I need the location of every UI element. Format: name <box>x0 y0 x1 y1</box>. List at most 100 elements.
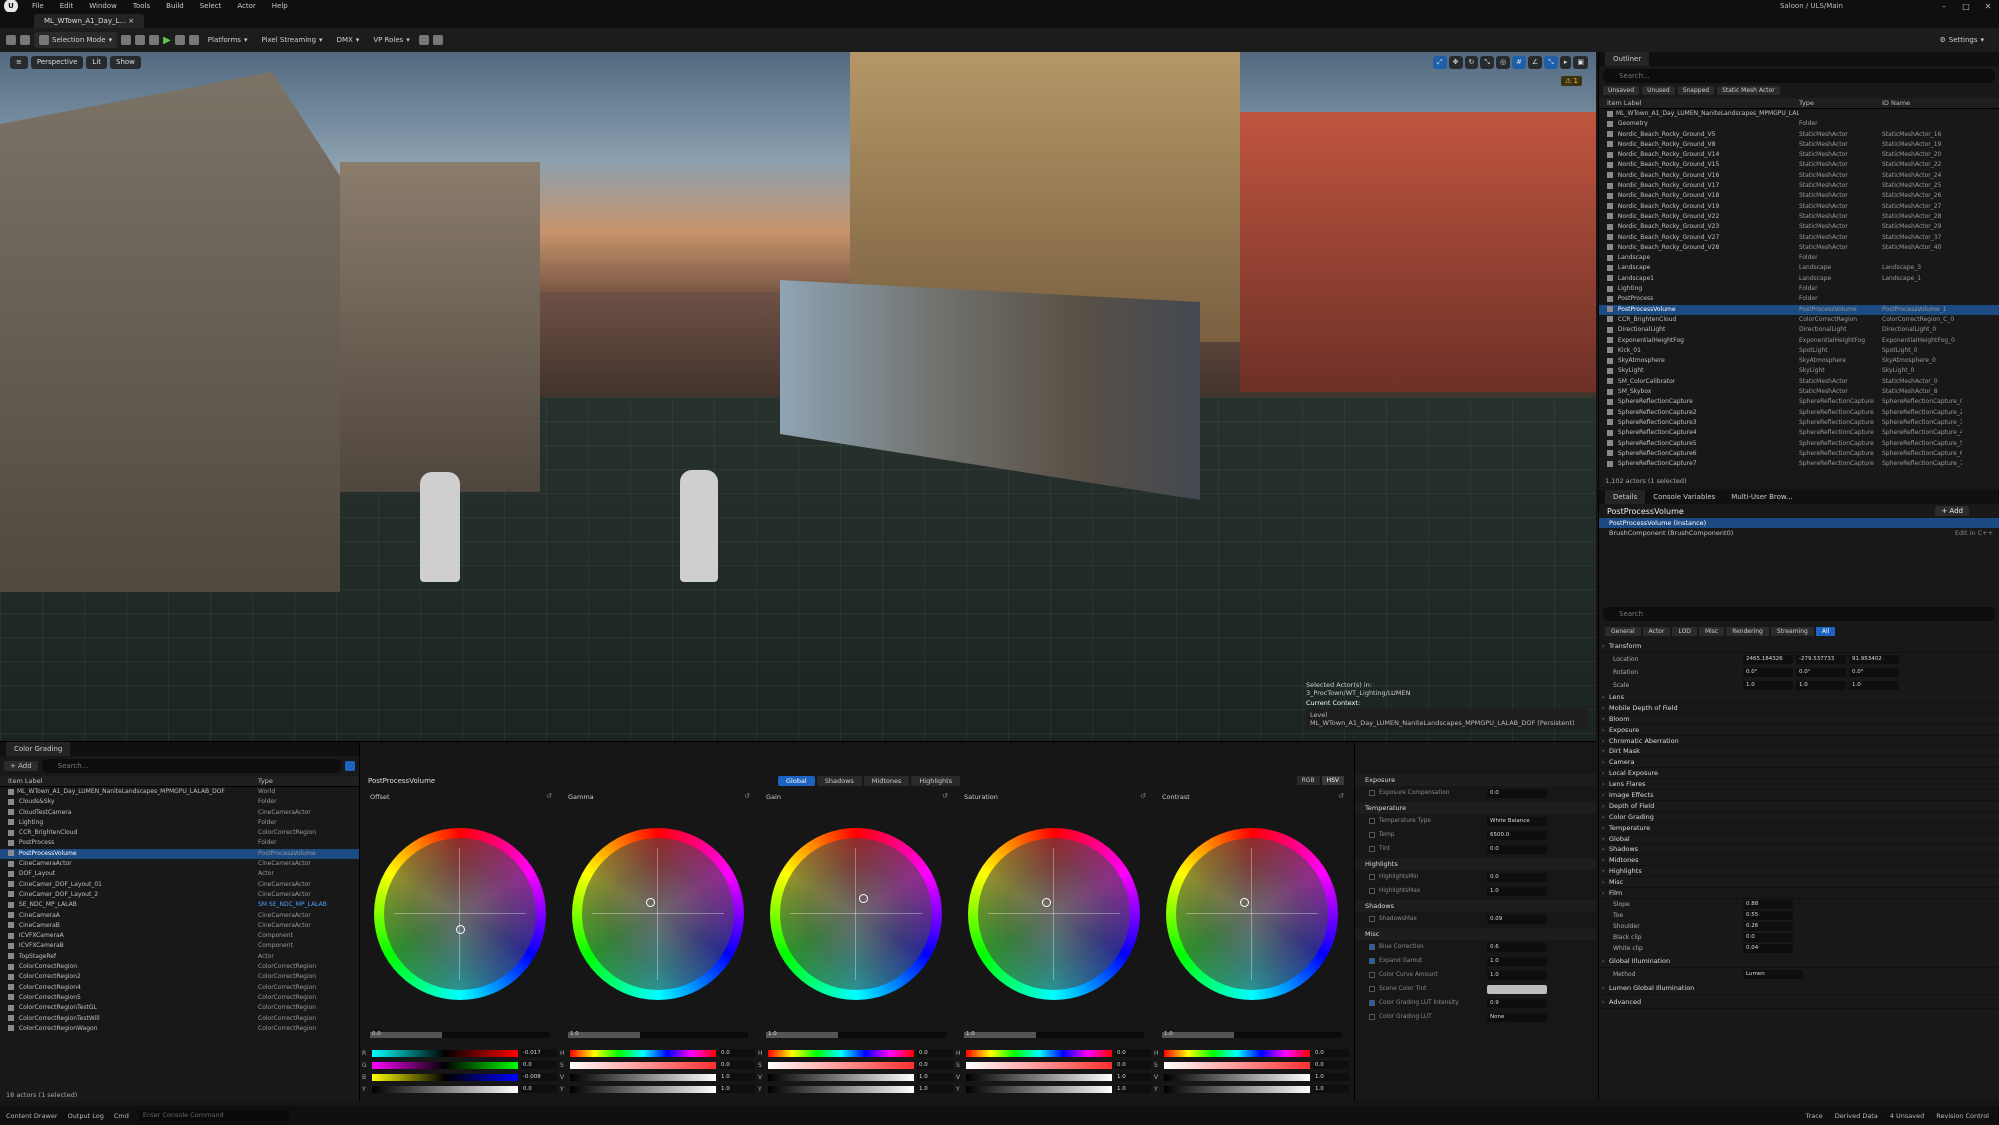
outliner-row[interactable]: SphereReflectionCapture SphereReflectionC… <box>1599 397 1999 407</box>
viewport-menu-button[interactable]: ≡ <box>10 56 28 69</box>
channel-bar[interactable] <box>1164 1073 1310 1081</box>
override-checkbox[interactable] <box>1369 846 1375 852</box>
outliner-row[interactable]: Nordic_Beach_Rocky_Ground_V17 StaticMeshA… <box>1599 181 1999 191</box>
override-checkbox[interactable] <box>1369 944 1375 950</box>
cg-tree-row[interactable]: CineCamer_DOF_Layout_2 CineCameraActor <box>0 890 359 900</box>
luminance-slider[interactable]: 0.0 <box>370 1031 550 1038</box>
channel-bar[interactable] <box>768 1049 914 1057</box>
menu-select[interactable]: Select <box>192 2 230 10</box>
outliner-row[interactable]: Nordic_Beach_Rocky_Ground_V19 StaticMeshA… <box>1599 202 1999 212</box>
cg-prop-value[interactable]: 0.9 <box>1487 998 1547 1008</box>
details-section[interactable]: Exposure <box>1599 725 1999 736</box>
cg-tree-row[interactable]: ColorCorrectRegionTestWill ColorCorrectRe… <box>0 1014 359 1024</box>
outliner-row[interactable]: Nordic_Beach_Rocky_Ground_V15 StaticMeshA… <box>1599 160 1999 170</box>
output-log-button[interactable]: Output Log <box>68 1112 104 1120</box>
channel-value[interactable]: 0.0 <box>1115 1049 1151 1057</box>
translate-tool-icon[interactable]: ✥ <box>1448 56 1463 69</box>
outliner-row[interactable]: CCR_BrightenCloud ColorCorrectRegion Color… <box>1599 315 1999 325</box>
outliner-search-input[interactable]: Search... <box>1603 69 1995 83</box>
override-checkbox[interactable] <box>1369 916 1375 922</box>
cg-tree-row[interactable]: TopStageRef Actor <box>0 952 359 962</box>
details-tab[interactable]: Console Variables <box>1645 490 1723 504</box>
details-section[interactable]: Midtones <box>1599 855 1999 867</box>
channel-value[interactable]: 0.0 <box>719 1049 755 1057</box>
prop-value[interactable]: 0.55 <box>1743 910 1793 920</box>
filter-icon[interactable] <box>345 761 355 771</box>
world-space-icon[interactable]: ◎ <box>1495 56 1511 69</box>
channel-value[interactable]: 1.0 <box>1115 1073 1151 1081</box>
outliner-row[interactable]: SM_Skybox StaticMeshActor StaticMeshActor_… <box>1599 387 1999 397</box>
channel-value[interactable]: 0.0 <box>1313 1049 1349 1057</box>
channel-value[interactable]: 0.0 <box>521 1061 557 1069</box>
details-filter-tab[interactable]: Misc <box>1698 627 1725 636</box>
outliner-row[interactable]: SphereReflectionCapture7 SphereReflection… <box>1599 459 1999 469</box>
hsv-toggle[interactable]: HSV <box>1321 776 1344 785</box>
outliner-row[interactable]: SphereReflectionCapture4 SphereReflection… <box>1599 428 1999 438</box>
details-section[interactable]: Camera <box>1599 757 1999 769</box>
details-section[interactable]: Mobile Depth of Field <box>1599 703 1999 714</box>
outliner-row[interactable]: ExponentialHeightFog ExponentialHeightFog… <box>1599 336 1999 346</box>
details-search-input[interactable]: Search <box>1603 607 1995 621</box>
cg-section[interactable]: Highlights <box>1355 858 1596 870</box>
minimize-icon[interactable]: – <box>1933 2 1955 11</box>
sequence-icon[interactable] <box>135 35 146 45</box>
cg-tree-row[interactable]: CineCamer_DOF_Layout_01 CineCameraActor <box>0 880 359 890</box>
cg-prop-value[interactable]: 1.0 <box>1487 886 1547 896</box>
rgb-toggle[interactable]: RGB <box>1296 776 1320 785</box>
cg-prop-value[interactable]: 1.0 <box>1487 956 1547 966</box>
override-checkbox[interactable] <box>1369 790 1375 796</box>
cg-prop-value[interactable]: None <box>1487 1012 1547 1022</box>
derived-data-button[interactable]: Derived Data <box>1835 1112 1878 1120</box>
outliner-row[interactable]: Geometry Folder <box>1599 119 1999 129</box>
override-checkbox[interactable] <box>1369 1000 1375 1006</box>
menu-window[interactable]: Window <box>81 2 125 10</box>
outliner-row[interactable]: Landscape Folder <box>1599 253 1999 263</box>
scale-tool-icon[interactable]: ⤡ <box>1480 56 1494 69</box>
details-section[interactable]: Lens Flares <box>1599 779 1999 791</box>
channel-value[interactable]: 1.0 <box>719 1073 755 1081</box>
outliner-row[interactable]: PostProcess Folder <box>1599 294 1999 304</box>
lit-button[interactable]: Lit <box>86 56 108 69</box>
cg-tree-row[interactable]: ColorCorrectRegionWagon ColorCorrectRegio… <box>0 1024 359 1034</box>
cg-tree-row[interactable]: DOF_Layout Actor <box>0 869 359 879</box>
details-section[interactable]: Global <box>1599 834 1999 845</box>
cg-tree-row[interactable]: Clouds&Sky Folder <box>0 797 359 807</box>
close-icon[interactable]: ✕ <box>1977 2 1999 11</box>
outliner-row[interactable]: SphereReflectionCapture2 SphereReflection… <box>1599 408 1999 418</box>
col-id-name[interactable]: ID Name <box>1882 98 1962 108</box>
reset-icon[interactable]: ↺ <box>1140 792 1146 800</box>
cg-tree-row[interactable]: CineCameraActor CineCameraActor <box>0 859 359 869</box>
cg-section[interactable]: Exposure <box>1355 774 1596 786</box>
pixel-streaming-button[interactable]: Pixel Streaming ▾ <box>256 32 327 48</box>
cg-mode-tab[interactable]: Highlights <box>911 776 961 786</box>
cg-prop-value[interactable] <box>1487 984 1547 994</box>
show-button[interactable]: Show <box>110 56 141 69</box>
scale-snap-icon[interactable]: ⤡ <box>1544 56 1558 69</box>
channel-value[interactable]: 1.0 <box>1313 1085 1349 1093</box>
outliner-row[interactable]: Nordic_Beach_Rocky_Ground_V14 StaticMeshA… <box>1599 150 1999 160</box>
cg-tree-row[interactable]: ICVFXCameraB Component <box>0 941 359 951</box>
details-filter-tab[interactable]: Streaming <box>1770 627 1814 636</box>
cg-tree-row[interactable]: SE_NDC_MP_LALAB SM SE_NDC_MP_LALAB <box>0 900 359 910</box>
outliner-row[interactable]: Landscape1 Landscape Landscape_1 <box>1599 274 1999 284</box>
channel-value[interactable]: -0.017 <box>521 1049 557 1057</box>
details-section[interactable]: Depth of Field <box>1599 801 1999 812</box>
cg-mode-tab[interactable]: Shadows <box>816 776 862 786</box>
cg-section[interactable]: Shadows <box>1355 900 1596 912</box>
channel-value[interactable]: 1.0 <box>1313 1073 1349 1081</box>
section-advanced[interactable]: Advanced <box>1599 995 1999 1009</box>
outliner-row[interactable]: Landscape Landscape Landscape_3 <box>1599 263 1999 273</box>
col-item-label[interactable]: Item Label <box>1599 98 1799 108</box>
cg-prop-value[interactable]: 1.0 <box>1487 970 1547 980</box>
wheel-knob[interactable] <box>1239 898 1249 908</box>
channel-bar[interactable] <box>570 1061 716 1069</box>
channel-value[interactable]: 0.0 <box>719 1061 755 1069</box>
details-section[interactable]: Bloom <box>1599 714 1999 725</box>
wheel-knob[interactable] <box>645 898 655 908</box>
multiuser-icon[interactable] <box>418 35 429 45</box>
cg-tree-row[interactable]: ML_WTown_A1_Day_LUMEN_NaniteLandscapes_M… <box>0 787 359 797</box>
details-filter-tab[interactable]: LOD <box>1672 627 1697 636</box>
channel-bar[interactable] <box>966 1049 1112 1057</box>
channel-bar[interactable] <box>966 1085 1112 1093</box>
play-icon[interactable]: ▶ <box>163 35 171 46</box>
